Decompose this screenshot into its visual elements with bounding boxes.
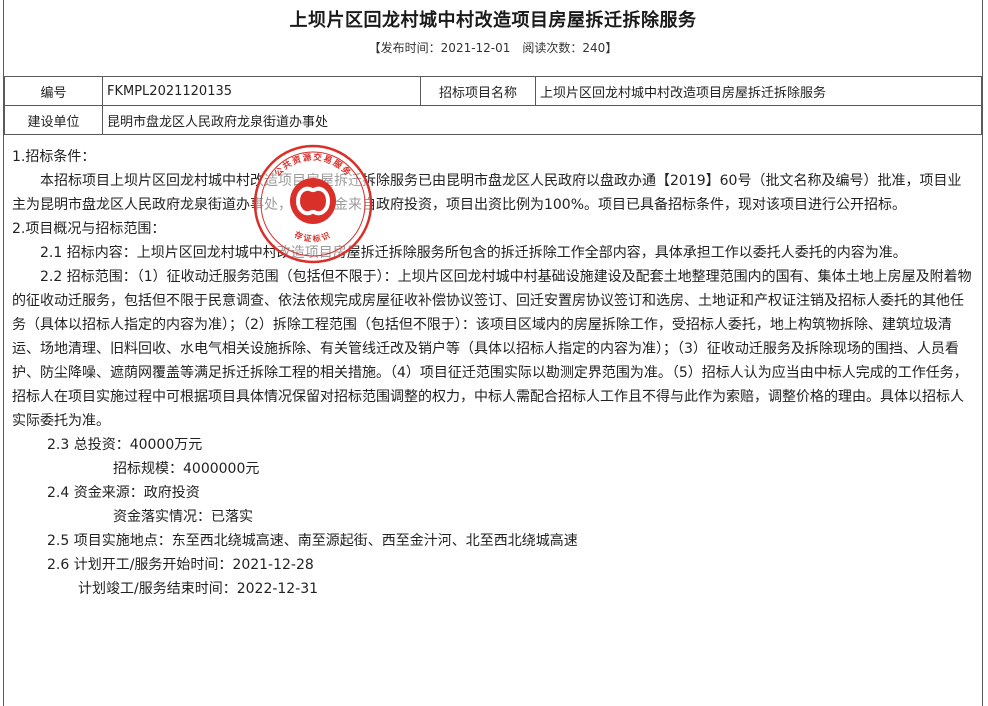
section-2-4-source: 2.4 资金来源：政府投资 (47, 485, 200, 501)
code-value: FKMPL2021120135 (102, 76, 421, 106)
section-2-5-location: 2.5 项目实施地点：东至西北绕城高速、南至源起街、西至金汁河、北至西北绕城高速 (47, 533, 578, 549)
builder-value: 昆明市盘龙区人民政府龙泉街道办事处 (102, 105, 982, 135)
section-2-4-status: 资金落实情况：已落实 (113, 509, 253, 525)
section-2-3-investment: 2.3 总投资：40000万元 (47, 437, 203, 453)
section-2-1-paragraph: 2.1 招标内容：上坝片区回龙村城中村改造项目房屋拆迁拆除服务所包含的拆迁拆除工… (40, 245, 907, 261)
notice-content: 1.招标条件： 本招标项目上坝片区回龙村城中村改造项目房屋拆迁拆除服务已由昆明市… (12, 145, 972, 601)
publish-info: 【发布时间：2021-12-01 阅读次数：240】 (368, 41, 618, 55)
project-name-label: 招标项目名称 (420, 76, 536, 106)
section-1-heading: 1.招标条件： (12, 149, 96, 165)
section-2-6-end: 计划竣工/服务结束时间：2022-12-31 (78, 581, 319, 597)
section-2-3-scale: 招标规模：4000000元 (113, 461, 260, 477)
table-row: 编号 FKMPL2021120135 招标项目名称 上坝片区回龙村城中村改造项目… (4, 76, 982, 106)
section-2-heading: 2.项目概况与招标范围： (12, 221, 166, 237)
table-row: 建设单位 昆明市盘龙区人民政府龙泉街道办事处 (4, 105, 982, 135)
builder-label: 建设单位 (4, 105, 103, 135)
project-info-table: 编号 FKMPL2021120135 招标项目名称 上坝片区回龙村城中村改造项目… (4, 76, 982, 135)
section-2-6-start: 2.6 计划开工/服务开始时间：2021-12-28 (47, 557, 314, 573)
title-block: 上坝片区回龙村城中村改造项目房屋拆迁拆除服务 【发布时间：2021-12-01 … (4, 0, 982, 77)
page-title: 上坝片区回龙村城中村改造项目房屋拆迁拆除服务 (289, 10, 697, 31)
section-1-paragraph: 本招标项目上坝片区回龙村城中村改造项目房屋拆迁拆除服务已由昆明市盘龙区人民政府以… (12, 173, 962, 213)
code-label: 编号 (4, 76, 103, 106)
project-name-value: 上坝片区回龙村城中村改造项目房屋拆迁拆除服务 (535, 76, 982, 106)
section-2-2-paragraph: 2.2 招标范围：（1）征收动迁服务范围（包括但不限于）：上坝片区回龙村城中村基… (12, 269, 972, 429)
